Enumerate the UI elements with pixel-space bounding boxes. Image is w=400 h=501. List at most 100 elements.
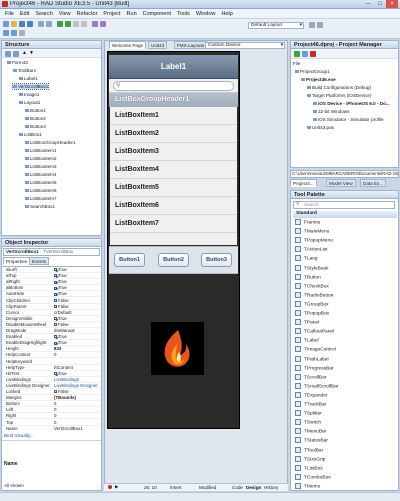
tab-history[interactable]: History [264,485,278,490]
palette-item[interactable]: TPopupMenu [295,237,333,243]
listbox-item[interactable]: ListBoxItem2 [110,125,237,143]
tree-node[interactable]: Form43 [7,60,28,65]
tree-node[interactable]: Layout1 [19,100,40,105]
menu-view[interactable]: View [56,11,74,17]
palette-item[interactable]: TSplitter [295,410,322,416]
listbox-item[interactable]: ListBoxItem6 [110,197,237,215]
property-value[interactable]: False [54,322,100,327]
component-selector[interactable]: VertScrollBox1 TVertScrollBox [3,248,100,256]
menu-run[interactable]: Run [124,11,140,17]
checkbox-icon[interactable] [54,372,57,376]
property-value[interactable]: True [54,267,100,272]
toggle-form-icon[interactable] [3,30,9,36]
property-value[interactable]: True [54,279,100,284]
property-value[interactable]: (TBounds) [54,395,100,400]
palette-item[interactable]: TMainMenu [295,228,329,234]
tree-node[interactable]: ProjectGroup1 [295,69,330,74]
checkbox-icon[interactable] [54,341,57,345]
palette-item[interactable]: TPopupBox [295,310,329,316]
trace-into-icon[interactable] [100,21,106,27]
palette-item[interactable]: TTrackBar [295,401,326,407]
menu-file[interactable]: File [2,11,17,17]
save-desktop-icon[interactable] [309,22,315,28]
palette-item[interactable]: TProgressBar [295,365,334,371]
menu-help[interactable]: Help [218,11,235,17]
tree-node[interactable]: Button3 [25,124,46,129]
palette-item[interactable]: TPanel [295,319,319,325]
new-icon[interactable] [3,21,9,27]
property-value[interactable]: True [54,291,100,296]
property-value[interactable]: 0 [54,413,100,418]
property-value[interactable]: 0 [54,420,100,425]
palette-item[interactable]: TLabel [295,337,319,344]
tree-node[interactable]: Label1 [19,76,38,81]
property-value[interactable]: True [54,285,100,290]
menu-edit[interactable]: Edit [17,11,32,17]
palette-item[interactable]: Frames [295,219,320,225]
property-value[interactable]: 0 [54,401,100,406]
palette-item[interactable]: TStatusBar [295,437,328,444]
image1[interactable] [151,322,204,375]
palette-item[interactable]: TSmallScrollBar [295,383,338,389]
checkbox-icon[interactable] [54,298,57,302]
palette-item[interactable]: TCheckBox [295,283,329,289]
property-value[interactable]: LiveBindings Designer [54,383,100,388]
property-value[interactable]: LiveBindings [54,377,100,382]
tree-node[interactable]: Project46.exe [301,77,336,82]
tab-code[interactable]: Code [232,485,243,490]
checkbox-icon[interactable] [54,286,57,290]
tree-node[interactable]: Target Platforms (iOSDevice) [307,93,371,98]
palette-item[interactable]: TListBox [295,465,323,471]
arrow-down-icon[interactable]: ▼ [29,50,34,56]
checkbox-icon[interactable] [54,335,57,339]
property-row[interactable]: Name VertScrollBox1 [2,426,101,431]
tree-node[interactable]: SearchBox1 [25,204,55,209]
save-icon[interactable] [19,21,25,27]
tree-node[interactable]: Unit43.pas [307,125,334,130]
checkbox-icon[interactable] [54,317,57,321]
tree-node[interactable]: ListBox1 [19,132,42,137]
listbox-item[interactable]: ListBoxItem7 [110,215,237,233]
tab-data-explorer[interactable]: Data Ex... [360,179,387,187]
tree-node[interactable]: ListBoxItem6 [25,188,57,193]
checkbox-icon[interactable] [54,280,57,284]
listbox-item[interactable]: ListBoxItem4 [110,161,237,179]
tree-node[interactable]: iOS Simulator - Simulator profile [313,117,384,122]
property-value[interactable]: 0 [54,407,100,412]
button3[interactable]: Button3 [201,253,232,267]
checkbox-icon[interactable] [54,274,57,278]
property-value[interactable]: True [54,316,100,321]
step-over-icon[interactable] [92,21,98,27]
open-icon[interactable] [11,21,17,27]
record-icon[interactable] [108,485,112,489]
menu-refactor[interactable]: Refactor [74,11,101,17]
palette-item[interactable]: TRadioButton [295,292,333,298]
checkbox-icon[interactable] [54,268,57,272]
layout-dropdown[interactable]: Default Layout ▾ [248,22,304,29]
property-value[interactable]: 833 [54,346,100,351]
menu-window[interactable]: Window [193,11,219,17]
checkbox-icon[interactable] [54,390,57,394]
menu-search[interactable]: Search [32,11,55,17]
tree-node[interactable]: ListBoxItem3 [25,164,57,169]
tab-properties[interactable]: Properties [3,257,30,265]
run-icon[interactable] [57,21,63,27]
property-value[interactable]: dmManual [54,328,100,333]
property-value[interactable]: 0 [54,352,100,357]
menu-component[interactable]: Component [140,11,174,17]
remove-icon[interactable] [310,51,316,57]
tree-node[interactable]: iOS Device - iPhoneOS 6.0 - Do... [313,101,390,106]
close-icon[interactable]: × [386,0,398,8]
run-without-debug-icon[interactable] [65,21,71,27]
palette-item[interactable]: TActionList [295,246,327,253]
tab-design[interactable]: Design [246,485,261,490]
property-value[interactable]: True [54,273,100,278]
minimize-icon[interactable]: – [362,0,374,8]
tree-node[interactable]: ListBoxGroupHeader1 [25,140,75,145]
palette-item[interactable]: TImageControl [295,346,336,353]
tree-node[interactable]: ListBoxItem5 [25,180,57,185]
property-value[interactable]: VertScrollBox1 [54,426,100,431]
tree-node[interactable]: ListBoxItem2 [25,156,57,161]
listbox-item[interactable]: ListBoxItem3 [110,143,237,161]
palette-item[interactable]: TMenuBar [295,428,326,435]
